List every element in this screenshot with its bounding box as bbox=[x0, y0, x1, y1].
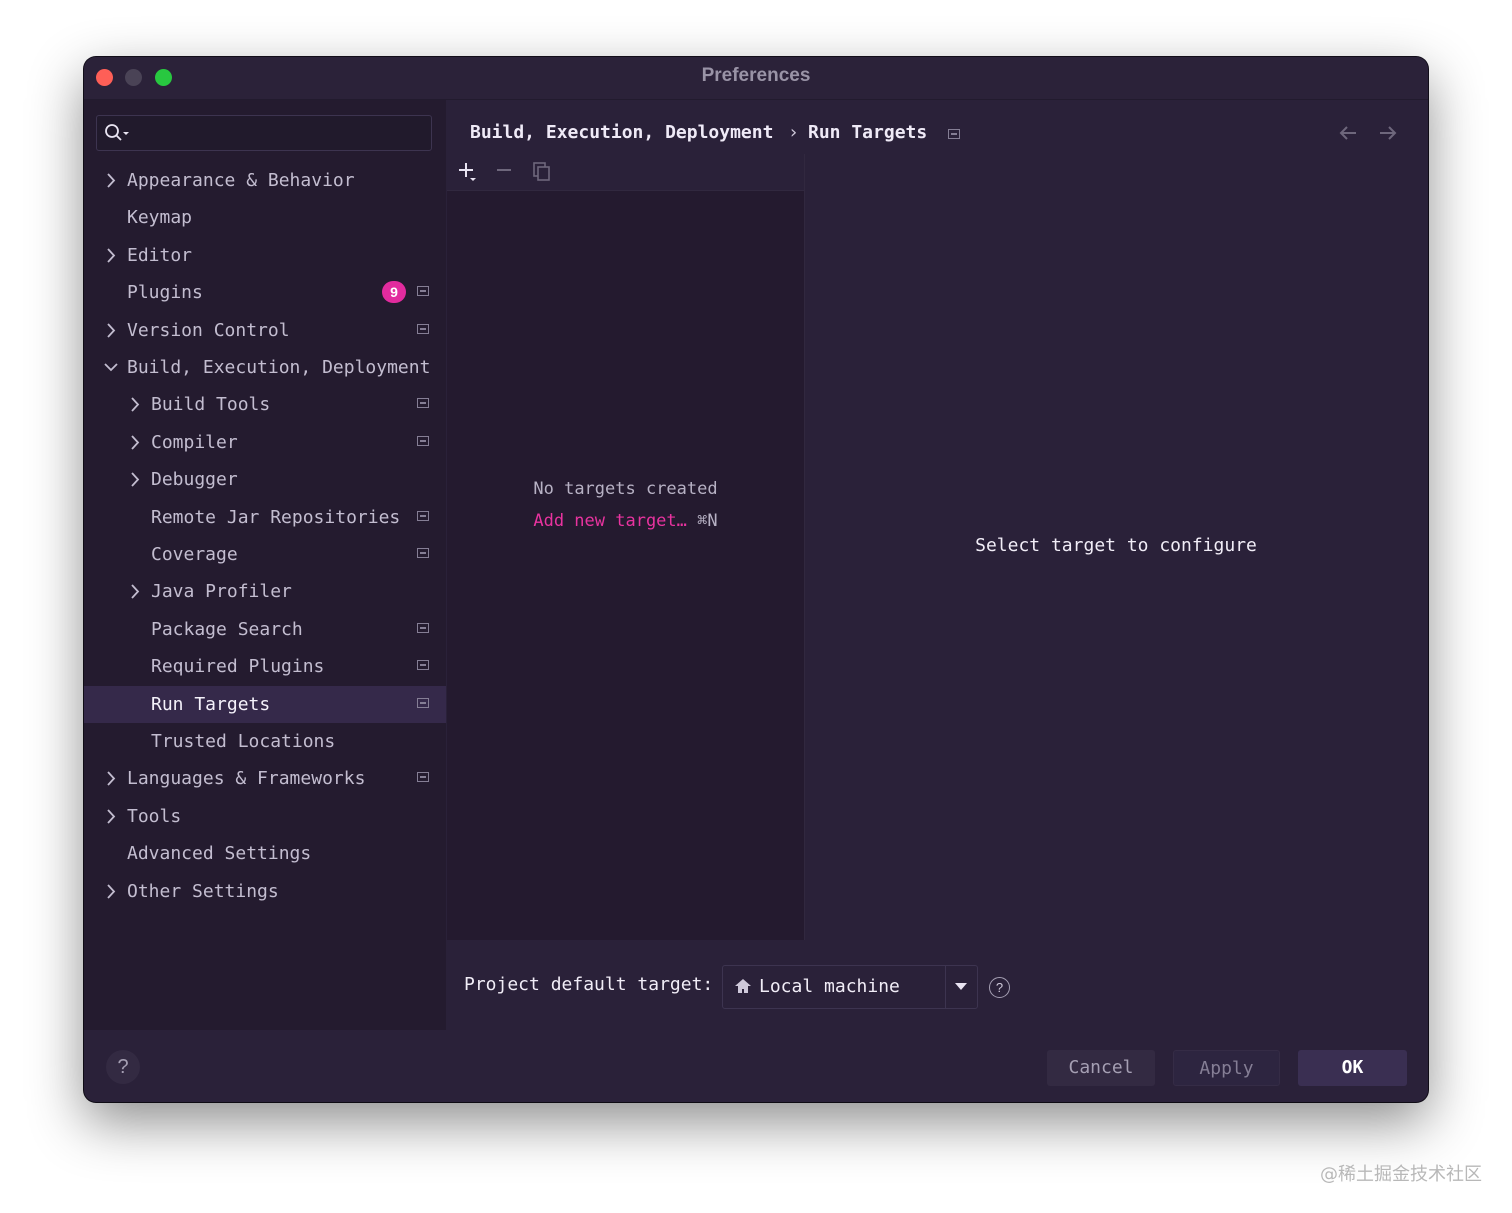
sidebar-item-label: Compiler bbox=[151, 431, 238, 453]
sidebar-item-label: Build Tools bbox=[151, 394, 271, 416]
chevron-right-icon[interactable] bbox=[104, 873, 118, 910]
sidebar-item-label: Editor bbox=[127, 244, 193, 266]
project-config-icon bbox=[417, 622, 429, 633]
help-button[interactable]: ? bbox=[106, 1050, 140, 1084]
breadcrumb-parent[interactable]: Build, Execution, Deployment bbox=[470, 122, 773, 143]
default-target-value: Local machine bbox=[759, 976, 900, 997]
updates-badge: 9 bbox=[382, 281, 406, 304]
project-config-icon bbox=[417, 323, 429, 334]
project-config-icon bbox=[417, 660, 429, 671]
chevron-right-icon[interactable] bbox=[104, 798, 118, 835]
default-target-dropdown[interactable]: Local machine bbox=[722, 965, 978, 1009]
sidebar-item[interactable]: Trusted Locations bbox=[84, 723, 446, 760]
search-icon bbox=[105, 124, 129, 141]
breadcrumb-current: Run Targets bbox=[808, 122, 928, 143]
sidebar-item[interactable]: Languages & Frameworks bbox=[84, 760, 446, 797]
chevron-right-icon[interactable] bbox=[104, 312, 118, 349]
sidebar-item-label: Advanced Settings bbox=[127, 843, 312, 865]
project-config-icon bbox=[948, 129, 960, 139]
sidebar-item[interactable]: Run Targets bbox=[84, 685, 446, 723]
add-icon[interactable] bbox=[457, 161, 479, 183]
empty-list-message: No targets created bbox=[533, 479, 718, 499]
chevron-right-icon[interactable] bbox=[128, 386, 142, 423]
sidebar-item[interactable]: Debugger bbox=[84, 461, 446, 498]
sidebar-item-label: Coverage bbox=[151, 544, 238, 565]
add-target-shortcut: ⌘N bbox=[697, 511, 718, 531]
project-config-icon bbox=[417, 697, 429, 708]
sidebar-item-label: Debugger bbox=[151, 469, 238, 491]
sidebar-item[interactable]: Coverage bbox=[84, 536, 446, 573]
sidebar-item[interactable]: Java Profiler bbox=[84, 573, 446, 610]
dropdown-divider bbox=[945, 966, 946, 1008]
chevron-right-icon[interactable] bbox=[128, 424, 142, 461]
sidebar-item[interactable]: Advanced Settings bbox=[84, 835, 446, 872]
project-config-icon bbox=[417, 772, 429, 783]
sidebar-item-label: Other Settings bbox=[127, 880, 279, 902]
add-new-target-link[interactable]: Add new target… bbox=[533, 511, 687, 531]
sidebar-item[interactable]: Editor bbox=[84, 237, 446, 274]
sidebar-item-label: Keymap bbox=[127, 207, 193, 229]
sidebar-item-label: Remote Jar Repositories bbox=[151, 506, 401, 528]
sidebar-item[interactable]: Other Settings bbox=[84, 873, 446, 910]
chevron-down-icon[interactable] bbox=[104, 349, 118, 386]
project-config-icon bbox=[417, 435, 429, 446]
sidebar-item-label: Version Control bbox=[127, 319, 290, 341]
project-config-icon bbox=[417, 510, 429, 521]
sidebar-item[interactable]: Keymap bbox=[84, 199, 446, 236]
sidebar-item[interactable]: Version Control bbox=[84, 312, 446, 349]
forward-arrow-icon[interactable] bbox=[1376, 121, 1400, 145]
ok-button[interactable]: OK bbox=[1298, 1050, 1407, 1086]
chevron-right-icon[interactable] bbox=[128, 573, 142, 610]
sidebar-item-label: Languages & Frameworks bbox=[127, 768, 366, 790]
window-title: Preferences bbox=[701, 65, 811, 86]
back-arrow-icon[interactable] bbox=[1336, 121, 1360, 145]
sidebar-item-label: Java Profiler bbox=[151, 581, 292, 603]
chevron-right-icon[interactable] bbox=[128, 461, 142, 498]
watermark: @稀土掘金技术社区 bbox=[1320, 1164, 1482, 1185]
breadcrumb-separator: › bbox=[788, 122, 799, 143]
sidebar-item[interactable]: Required Plugins bbox=[84, 648, 446, 685]
sidebar-item-label: Appearance & Behavior bbox=[127, 170, 355, 191]
chevron-right-icon[interactable] bbox=[104, 162, 118, 199]
default-target-label: Project default target: bbox=[464, 974, 714, 995]
preferences-window: Preferences Appearance & Behavior Keymap E… bbox=[84, 57, 1428, 1102]
sidebar-item-label: Build, Execution, Deployment bbox=[127, 357, 431, 378]
help-tooltip-icon[interactable]: ? bbox=[989, 977, 1010, 998]
copy-icon[interactable] bbox=[532, 161, 554, 183]
sidebar-item-label: Plugins bbox=[127, 282, 203, 304]
sidebar-item[interactable]: Package Search bbox=[84, 611, 446, 648]
sidebar-item[interactable]: Plugins 9 bbox=[84, 274, 446, 311]
project-config-icon bbox=[417, 398, 429, 409]
chevron-right-icon[interactable] bbox=[104, 760, 118, 797]
search-input[interactable] bbox=[96, 115, 432, 151]
cancel-button[interactable]: Cancel bbox=[1047, 1050, 1155, 1086]
sidebar-item[interactable]: Tools bbox=[84, 798, 446, 835]
home-icon bbox=[735, 979, 751, 993]
sidebar-item-label: Run Targets bbox=[151, 693, 271, 715]
title-bar: Preferences bbox=[84, 57, 1428, 100]
apply-button[interactable]: Apply bbox=[1173, 1050, 1280, 1086]
project-config-icon bbox=[417, 548, 429, 558]
targets-list-panel: No targets created Add new target… ⌘N bbox=[447, 154, 805, 940]
sidebar-item-label: Required Plugins bbox=[151, 656, 325, 678]
sidebar-item[interactable]: Appearance & Behavior bbox=[84, 162, 446, 199]
sidebar-item[interactable]: Compiler bbox=[84, 424, 446, 461]
add-target-row: Add new target… ⌘N bbox=[447, 511, 804, 531]
sidebar-item-label: Tools bbox=[127, 805, 182, 827]
sidebar-item[interactable]: Build Tools bbox=[84, 386, 446, 423]
sidebar-item[interactable]: Remote Jar Repositories bbox=[84, 499, 446, 536]
settings-sidebar: Appearance & Behavior Keymap Editor Plugins… bbox=[84, 100, 446, 1030]
chevron-down-icon[interactable] bbox=[955, 983, 967, 990]
targets-toolbar bbox=[447, 154, 804, 191]
sidebar-item-label: Package Search bbox=[151, 618, 303, 640]
sidebar-item-label: Trusted Locations bbox=[151, 731, 336, 752]
sidebar-item[interactable]: Build, Execution, Deployment bbox=[84, 349, 446, 386]
project-config-icon bbox=[417, 286, 429, 297]
chevron-right-icon[interactable] bbox=[104, 237, 118, 274]
remove-icon[interactable] bbox=[494, 161, 516, 183]
select-target-message: Select target to configure bbox=[975, 535, 1257, 556]
